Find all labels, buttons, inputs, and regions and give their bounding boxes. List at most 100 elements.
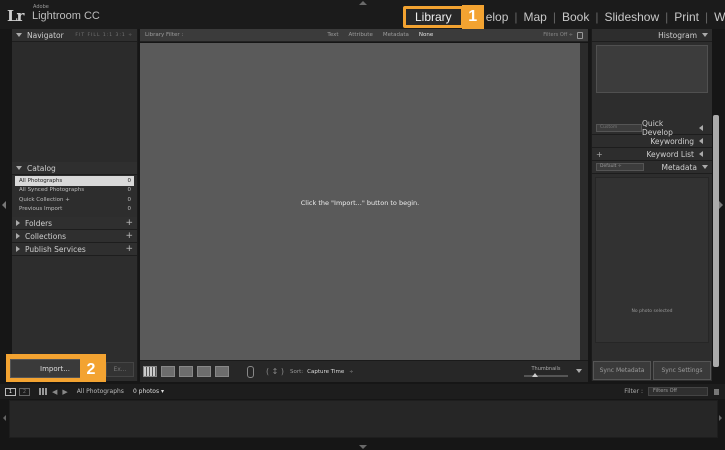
collapse-filmstrip-icon[interactable]: [359, 445, 367, 449]
export-button[interactable]: Ex...: [106, 362, 134, 377]
module-develop[interactable]: elop: [486, 10, 515, 24]
grid-view: Click the "Import..." button to begin.: [140, 43, 580, 360]
library-filter-title: Library Filter :: [145, 32, 184, 38]
quick-develop-title: Quick Develop: [642, 119, 673, 137]
navigator-zoom-options[interactable]: FIT FILL 1:1 3:1 ÷: [75, 33, 133, 38]
metadata-title: Metadata: [661, 162, 697, 172]
expand-triangle-icon: [702, 33, 708, 37]
module-slideshow[interactable]: Slideshow: [598, 10, 665, 24]
toolbar-menu-chevron-icon[interactable]: [576, 369, 582, 373]
people-view-icon[interactable]: [215, 366, 229, 377]
keyword-list-header[interactable]: + Keyword List: [592, 148, 712, 161]
filmstrip-lock-icon[interactable]: [714, 388, 719, 395]
right-panel: Histogram Custom Quick Develop Keywordin…: [591, 29, 712, 381]
catalog-item-label: All Synced Photographs: [19, 187, 85, 194]
keyword-list-title: Keyword List: [646, 149, 694, 159]
catalog-item-count: 0: [127, 177, 132, 184]
collections-title: Collections: [25, 231, 67, 241]
histogram-title: Histogram: [658, 30, 697, 40]
filter-tab-metadata[interactable]: Metadata: [383, 32, 409, 38]
folders-header[interactable]: Folders +: [12, 217, 137, 230]
grid-view-icon[interactable]: [143, 366, 157, 377]
collapsed-triangle-icon: [699, 125, 703, 131]
quick-develop-header[interactable]: Custom Quick Develop: [592, 119, 712, 137]
filmstrip-source[interactable]: All Photographs: [77, 388, 124, 395]
navigator-preview: [12, 42, 137, 162]
thumbnail-size-control: Thumbnails: [524, 366, 568, 377]
catalog-item-count: 0: [127, 206, 132, 213]
catalog-item-count: 0: [127, 187, 132, 194]
survey-view-icon[interactable]: [197, 366, 211, 377]
add-keyword-icon[interactable]: +: [596, 150, 603, 159]
filmstrip-grid-icon[interactable]: [39, 388, 47, 395]
filmstrip-photo-count[interactable]: 0 photos ▾: [133, 388, 164, 395]
catalog-list: All Photographs 0 All Synced Photographs…: [12, 175, 137, 217]
forward-arrow-icon[interactable]: ▶: [62, 388, 67, 396]
sort-label: Sort:: [290, 368, 304, 375]
lock-icon[interactable]: [577, 31, 583, 39]
collapsed-triangle-icon: [16, 220, 20, 226]
catalog-item-all-photographs[interactable]: All Photographs 0: [15, 176, 134, 186]
saved-preset-dropdown[interactable]: Custom: [596, 124, 643, 132]
metadata-preset-dropdown[interactable]: Default ÷: [596, 163, 644, 171]
collapsed-triangle-icon: [699, 151, 703, 157]
add-folder-icon[interactable]: +: [125, 218, 133, 228]
filter-tab-attribute[interactable]: Attribute: [349, 32, 373, 38]
thumbnails-label: Thumbnails: [531, 366, 561, 372]
slider-knob[interactable]: [532, 373, 538, 377]
metadata-header[interactable]: Default ÷ Metadata: [592, 161, 712, 174]
loupe-view-icon[interactable]: [161, 366, 175, 377]
back-arrow-icon[interactable]: ◀: [52, 388, 57, 396]
grid-scrollbar[interactable]: [580, 43, 588, 360]
collapse-left-panel-icon[interactable]: [2, 201, 6, 209]
sort-dropdown[interactable]: Capture Time: [307, 369, 344, 375]
filmstrip-filter-dropdown[interactable]: Filters Off: [648, 387, 708, 396]
secondary-window-icon[interactable]: 2: [19, 387, 30, 396]
module-map[interactable]: Map: [518, 10, 553, 24]
thumbnail-size-slider[interactable]: [524, 373, 568, 377]
collections-header[interactable]: Collections +: [12, 230, 137, 243]
lightroom-logo: Lr: [7, 7, 24, 25]
module-library[interactable]: Library: [406, 9, 461, 25]
filmstrip-scroll-left-icon[interactable]: [3, 415, 6, 421]
library-highlight: Library: [403, 6, 464, 28]
main-window-icon[interactable]: 1: [5, 387, 16, 396]
add-collection-icon[interactable]: +: [125, 231, 133, 241]
expand-triangle-icon: [702, 165, 708, 169]
metadata-panel-body: No photo selected: [595, 177, 709, 343]
histogram-header[interactable]: Histogram: [592, 29, 712, 42]
filter-presets-dropdown[interactable]: Filters Off ÷: [543, 32, 573, 38]
painter-icon[interactable]: [247, 365, 254, 378]
sort-direction-icon[interactable]: ( ↕ ): [266, 367, 284, 376]
compare-view-icon[interactable]: [179, 366, 193, 377]
collapse-right-panel-icon[interactable]: [719, 201, 723, 209]
catalog-header[interactable]: Catalog: [12, 162, 137, 175]
sync-settings-button[interactable]: Sync Settings: [653, 361, 711, 380]
module-print[interactable]: Print: [668, 10, 705, 24]
publish-services-title: Publish Services: [25, 244, 86, 254]
module-book[interactable]: Book: [556, 10, 595, 24]
no-photo-selected-text: No photo selected: [631, 309, 673, 314]
catalog-item-label: Previous Import: [19, 206, 63, 213]
right-panel-scrollbar[interactable]: [713, 115, 719, 367]
publish-services-header[interactable]: Publish Services +: [12, 243, 137, 256]
module-web[interactable]: Web: [708, 10, 725, 24]
filmstrip[interactable]: [9, 400, 718, 438]
filter-tab-text[interactable]: Text: [327, 32, 338, 38]
histogram-display: [596, 45, 708, 93]
catalog-item-quick-collection[interactable]: Quick Collection + 0: [15, 195, 134, 205]
add-publish-service-icon[interactable]: +: [125, 244, 133, 254]
keywording-header[interactable]: Keywording: [592, 135, 712, 148]
expand-triangle-icon: [16, 33, 22, 37]
filter-tab-none[interactable]: None: [419, 32, 433, 38]
callout-badge-1: 1: [461, 5, 484, 29]
catalog-item-previous-import[interactable]: Previous Import 0: [15, 205, 134, 215]
sync-buttons: Sync Metadata Sync Settings: [593, 361, 711, 380]
sort-chevron-icon[interactable]: ÷: [349, 369, 353, 375]
sync-metadata-button[interactable]: Sync Metadata: [593, 361, 651, 380]
navigator-header[interactable]: Navigator FIT FILL 1:1 3:1 ÷: [12, 29, 137, 42]
collapse-top-panel-icon[interactable]: [359, 1, 367, 5]
catalog-item-all-synced[interactable]: All Synced Photographs 0: [15, 186, 134, 196]
collapsed-triangle-icon: [16, 233, 20, 239]
filmstrip-scroll-right-icon[interactable]: [719, 415, 722, 421]
